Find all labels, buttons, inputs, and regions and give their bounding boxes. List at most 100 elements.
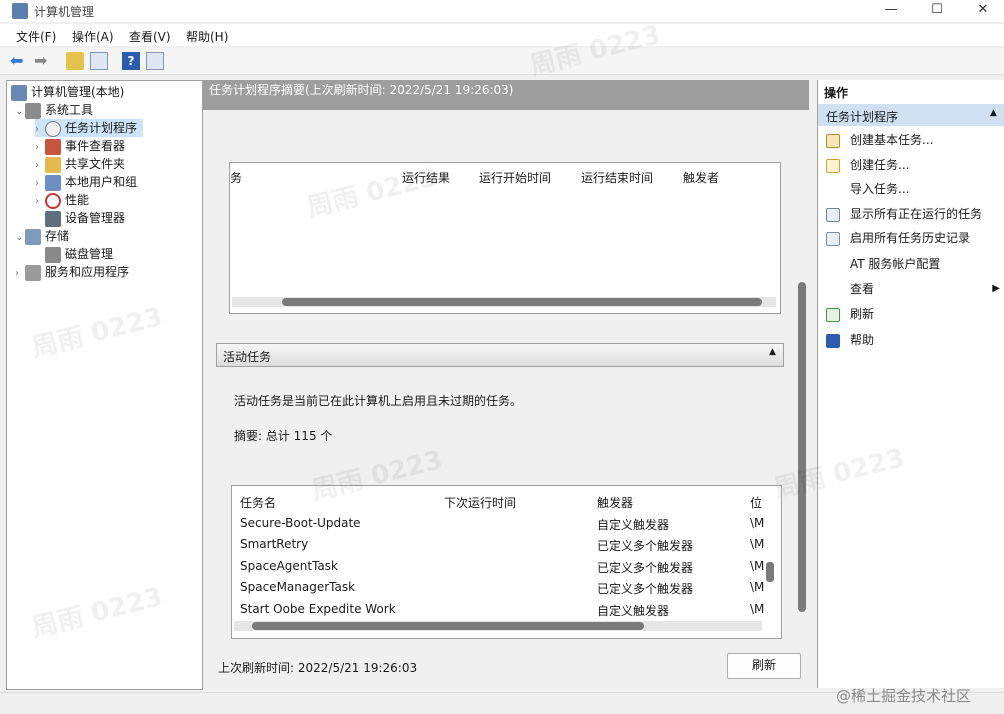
active-tasks-description: 活动任务是当前已在此计算机上启用且未过期的任务。 — [234, 394, 523, 408]
tree-storage[interactable]: ⌄ 存储 — [15, 227, 69, 245]
table-row[interactable]: Start Oobe Expedite Work — [240, 602, 396, 616]
column-header-next-run[interactable]: 下次运行时间 — [444, 494, 516, 511]
users-icon — [45, 174, 61, 191]
column-header[interactable]: 运行开始时间 — [479, 169, 551, 186]
blank-icon — [826, 258, 840, 272]
event-viewer-icon — [45, 138, 61, 155]
table-row[interactable]: SpaceManagerTask — [240, 580, 355, 594]
menu-action[interactable]: 操作(A) — [72, 28, 114, 45]
task-location: \M — [750, 602, 765, 616]
table-row[interactable]: Secure-Boot-Update — [240, 516, 361, 530]
status-bar: @稀土掘金技术社区 — [0, 687, 1004, 714]
action-show-running-tasks[interactable]: 显示所有正在运行的任务 — [826, 204, 982, 224]
computer-icon — [11, 84, 27, 101]
task-location: \M — [750, 516, 765, 530]
close-button[interactable]: ✕ — [960, 0, 1004, 22]
scrollbar-thumb[interactable] — [798, 282, 806, 612]
task-trigger: 自定义触发器 — [597, 604, 670, 618]
menu-view[interactable]: 查看(V) — [129, 28, 171, 45]
tree-performance[interactable]: › 性能 — [35, 191, 89, 209]
column-header[interactable]: 务 — [230, 169, 242, 186]
tree-system-tools[interactable]: ⌄ 系统工具 — [15, 101, 93, 119]
tree-device-manager[interactable]: 设备管理器 — [45, 209, 125, 227]
tree-local-users[interactable]: › 本地用户和组 — [35, 173, 137, 191]
task-trigger: 已定义多个触发器 — [597, 561, 694, 575]
action-create-basic-task[interactable]: 创建基本任务... — [826, 130, 933, 150]
help-icon[interactable]: ? — [122, 52, 140, 70]
task-trigger: 自定义触发器 — [597, 518, 670, 532]
action-view[interactable]: 查看 ▶ — [826, 279, 1000, 299]
action-refresh[interactable]: 刷新 — [826, 304, 874, 324]
submenu-arrow-icon: ▶ — [992, 283, 1000, 294]
summary-pane: 任务计划程序摘要(上次刷新时间: 2022/5/21 19:26:03) 务 运… — [203, 80, 813, 688]
tree-shared-folders[interactable]: › 共享文件夹 — [35, 155, 125, 173]
task-name: SpaceManagerTask — [240, 580, 356, 594]
disk-icon — [45, 246, 61, 263]
column-header[interactable]: 触发者 — [683, 169, 719, 186]
task-location: \M — [750, 537, 765, 551]
column-header[interactable]: 运行结束时间 — [581, 169, 653, 186]
tree-task-scheduler[interactable]: › 任务计划程序 — [35, 119, 144, 137]
table-row[interactable]: SmartRetry — [240, 537, 308, 551]
menu-help[interactable]: 帮助(H) — [186, 28, 228, 45]
action-at-service-config[interactable]: AT 服务帐户配置 — [826, 254, 940, 274]
tools-icon — [25, 102, 41, 119]
clock-icon — [45, 120, 61, 137]
task-location: \M — [750, 580, 765, 594]
group-title: 任务计划程序 — [826, 110, 899, 124]
vertical-scrollbar-thumb[interactable] — [766, 562, 774, 582]
column-header-trigger[interactable]: 触发器 — [597, 494, 633, 511]
chevron-right-icon[interactable]: › — [15, 265, 25, 283]
back-arrow-icon[interactable]: ⬅ — [10, 52, 28, 70]
chevron-down-icon[interactable]: ⌄ — [15, 103, 25, 121]
tree-services-apps[interactable]: › 服务和应用程序 — [15, 263, 129, 281]
action-enable-history[interactable]: 启用所有任务历史记录 — [826, 228, 970, 248]
active-tasks-section-header[interactable]: 活动任务 ▲ — [216, 343, 784, 367]
clock-icon — [826, 133, 840, 148]
menu-file[interactable]: 文件(F) — [16, 28, 56, 45]
services-icon — [25, 264, 41, 281]
collapse-arrow-icon[interactable]: ▲ — [769, 347, 776, 357]
tree-disk-management[interactable]: 磁盘管理 — [45, 245, 113, 263]
show-action-pane-icon[interactable] — [146, 52, 164, 70]
section-title: 活动任务 — [223, 350, 272, 364]
action-create-task[interactable]: 创建任务... — [826, 155, 909, 175]
app-icon — [12, 3, 28, 19]
horizontal-scrollbar[interactable] — [234, 621, 762, 631]
title-bar: 计算机管理 — ☐ ✕ — [0, 0, 1004, 22]
table-row[interactable]: SpaceAgentTask — [240, 559, 338, 573]
up-folder-icon[interactable] — [66, 52, 84, 70]
task-trigger: 已定义多个触发器 — [597, 539, 694, 553]
status-grid: 务 运行结果 运行开始时间 运行结束时间 触发者 — [229, 162, 781, 314]
task-name: SpaceAgentTask — [240, 559, 338, 573]
active-tasks-summary: 摘要: 总计 115 个 — [234, 429, 333, 443]
scrollbar-thumb[interactable] — [282, 298, 762, 306]
collapse-arrow-icon[interactable]: ▲ — [990, 108, 997, 118]
tree-root[interactable]: 计算机管理(本地) — [11, 83, 124, 101]
action-help[interactable]: 帮助 — [826, 330, 874, 350]
actions-group-header[interactable]: 任务计划程序 ▲ — [818, 104, 1004, 126]
maximize-button[interactable]: ☐ — [914, 0, 960, 22]
forward-arrow-icon[interactable]: ➡ — [34, 52, 52, 70]
minimize-button[interactable]: — — [868, 0, 914, 22]
actions-header: 操作 — [824, 86, 849, 100]
site-watermark: @稀土掘金技术社区 — [836, 687, 972, 705]
chevron-down-icon[interactable]: ⌄ — [15, 229, 25, 247]
performance-icon — [45, 192, 61, 209]
column-header-task-name[interactable]: 任务名 — [240, 494, 276, 511]
last-refresh-time: 上次刷新时间: 2022/5/21 19:26:03 — [218, 661, 418, 675]
help-icon — [826, 333, 840, 348]
action-import-task[interactable]: 导入任务... — [826, 179, 909, 199]
task-name: Start Oobe Expedite Work — [240, 602, 396, 616]
column-header-location[interactable]: 位 — [750, 494, 762, 511]
device-manager-icon — [45, 210, 61, 227]
show-hide-tree-icon[interactable] — [90, 52, 108, 70]
horizontal-scrollbar[interactable] — [232, 297, 776, 307]
chevron-right-icon[interactable]: › — [35, 193, 45, 211]
blank-icon — [826, 283, 840, 297]
summary-vertical-scrollbar[interactable] — [795, 110, 809, 655]
history-icon — [826, 231, 840, 246]
tree-event-viewer[interactable]: › 事件查看器 — [35, 137, 125, 155]
refresh-button[interactable]: 刷新 — [727, 653, 801, 679]
scrollbar-thumb[interactable] — [252, 622, 644, 630]
